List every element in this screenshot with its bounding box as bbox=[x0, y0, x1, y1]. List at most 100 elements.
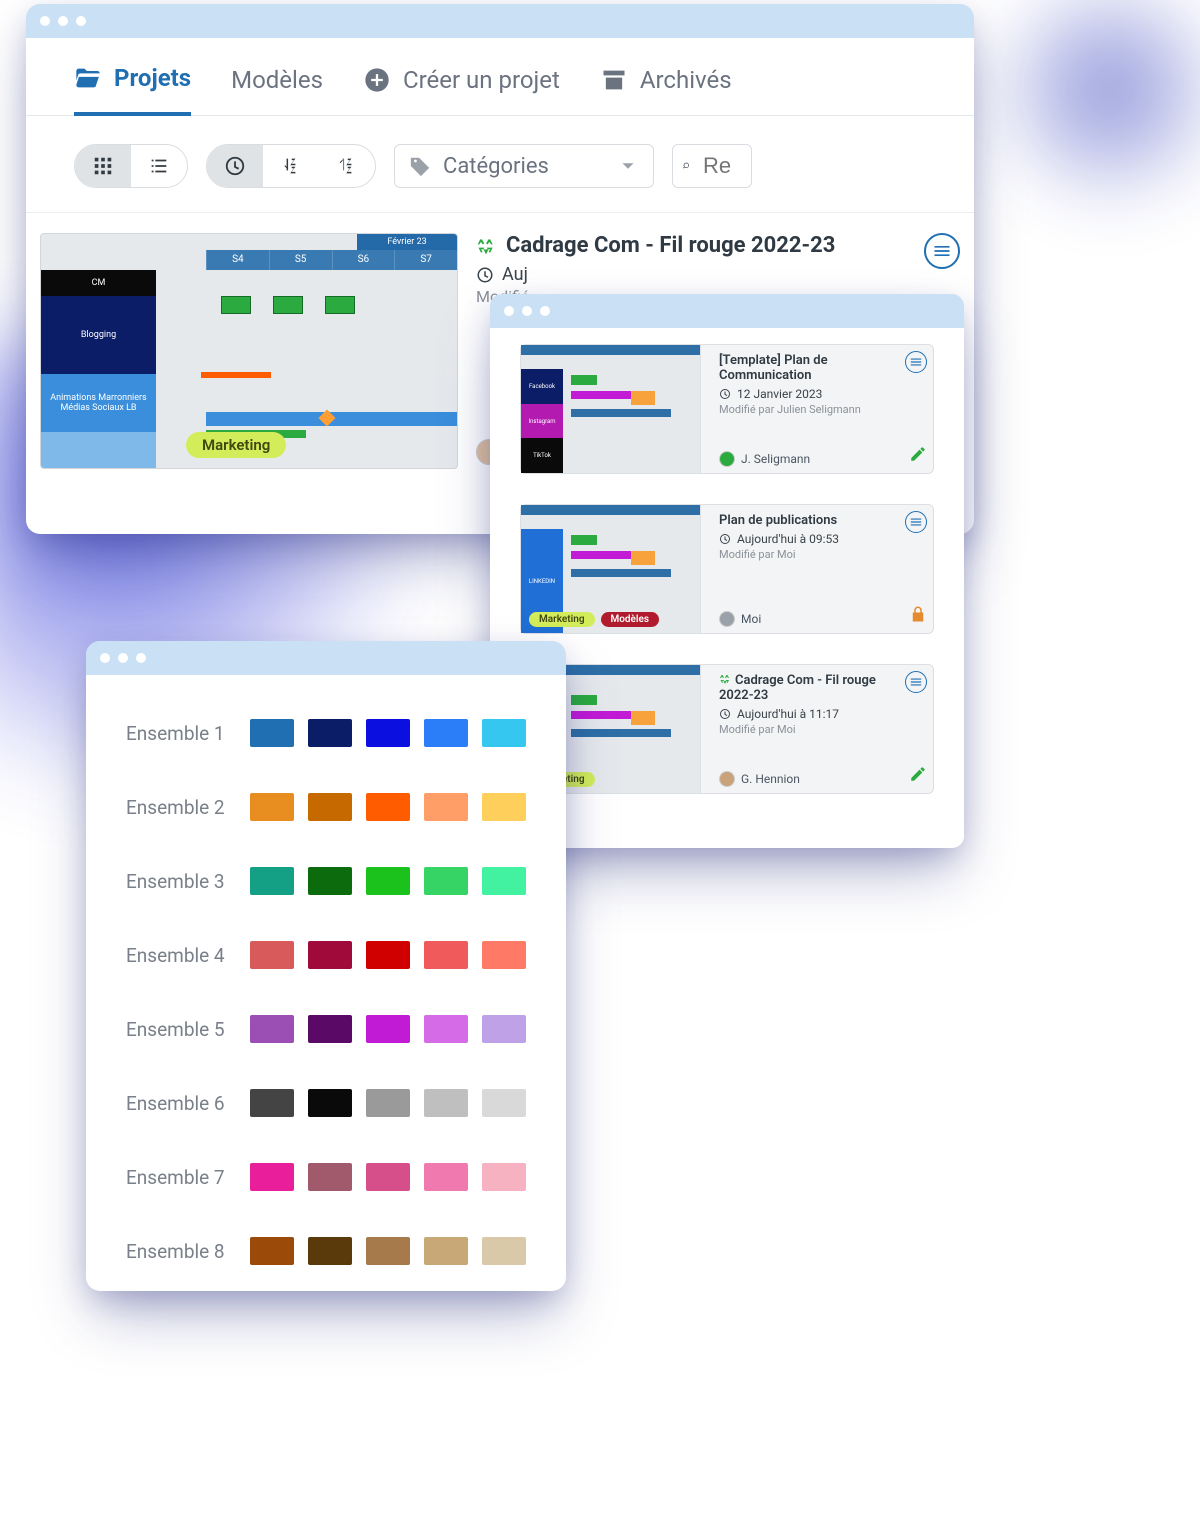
sort-za-button[interactable] bbox=[319, 145, 375, 187]
color-swatch[interactable] bbox=[250, 1237, 294, 1265]
tab-models[interactable]: Modèles bbox=[231, 66, 323, 114]
tab-create-project[interactable]: Créer un projet bbox=[363, 66, 560, 114]
edit-icon[interactable] bbox=[909, 765, 927, 787]
color-swatch[interactable] bbox=[308, 941, 352, 969]
card-menu-button[interactable] bbox=[905, 511, 927, 533]
color-swatch[interactable] bbox=[424, 719, 468, 747]
color-swatch[interactable] bbox=[424, 867, 468, 895]
color-swatch[interactable] bbox=[250, 1015, 294, 1043]
palette-label: Ensemble 5 bbox=[126, 1018, 226, 1041]
sort-recent-button[interactable] bbox=[207, 145, 263, 187]
clock-icon bbox=[224, 155, 246, 177]
color-swatch[interactable] bbox=[308, 1237, 352, 1265]
archive-icon bbox=[600, 66, 628, 94]
tab-label: Créer un projet bbox=[403, 66, 560, 94]
color-swatch[interactable] bbox=[424, 1089, 468, 1117]
card-time: 12 Janvier 2023 bbox=[719, 387, 923, 401]
palette-row: Ensemble 4 bbox=[126, 941, 526, 969]
plus-circle-icon bbox=[363, 66, 391, 94]
palette-label: Ensemble 4 bbox=[126, 944, 226, 967]
folder-open-icon bbox=[74, 64, 102, 92]
sort-az-button[interactable] bbox=[263, 145, 319, 187]
color-swatch[interactable] bbox=[308, 719, 352, 747]
list-view-button[interactable] bbox=[131, 145, 187, 187]
color-swatch[interactable] bbox=[308, 793, 352, 821]
window-dot bbox=[40, 16, 50, 26]
card-time: Aujourd'hui à 09:53 bbox=[719, 532, 923, 546]
color-swatch[interactable] bbox=[424, 1015, 468, 1043]
menu-icon bbox=[932, 241, 952, 261]
color-swatch[interactable] bbox=[250, 941, 294, 969]
color-swatch[interactable] bbox=[308, 1163, 352, 1191]
color-swatch[interactable] bbox=[424, 941, 468, 969]
grid-icon bbox=[92, 155, 114, 177]
color-swatch[interactable] bbox=[308, 1089, 352, 1117]
tab-label: Modèles bbox=[231, 66, 323, 94]
avatar bbox=[719, 451, 735, 467]
color-swatch[interactable] bbox=[250, 1089, 294, 1117]
color-swatch[interactable] bbox=[250, 719, 294, 747]
main-tabs: Projets Modèles Créer un projet Archivés bbox=[26, 38, 974, 116]
avatar bbox=[719, 771, 735, 787]
sort-toggle bbox=[206, 144, 376, 188]
tab-archived[interactable]: Archivés bbox=[600, 66, 732, 114]
avatar bbox=[719, 611, 735, 627]
color-swatch[interactable] bbox=[250, 1163, 294, 1191]
search-input[interactable] bbox=[701, 152, 741, 180]
categories-label: Catégories bbox=[443, 154, 605, 179]
card-owner: J. Seligmann bbox=[719, 451, 810, 467]
color-swatch[interactable] bbox=[366, 1163, 410, 1191]
color-swatch[interactable] bbox=[366, 1015, 410, 1043]
color-swatch[interactable] bbox=[366, 1089, 410, 1117]
color-swatch[interactable] bbox=[482, 1089, 526, 1117]
card-menu-button[interactable] bbox=[905, 351, 927, 373]
color-swatch[interactable] bbox=[308, 867, 352, 895]
search-field[interactable] bbox=[672, 144, 752, 188]
view-toggle bbox=[74, 144, 188, 188]
color-swatch[interactable] bbox=[482, 941, 526, 969]
card-thumbnail: FacebookInstagramTikTok bbox=[521, 345, 701, 473]
tab-projects[interactable]: Projets bbox=[74, 64, 191, 116]
palette-label: Ensemble 2 bbox=[126, 796, 226, 819]
color-swatch[interactable] bbox=[250, 793, 294, 821]
color-swatch[interactable] bbox=[482, 867, 526, 895]
color-swatch[interactable] bbox=[424, 793, 468, 821]
color-swatch[interactable] bbox=[366, 719, 410, 747]
color-swatch[interactable] bbox=[482, 1163, 526, 1191]
color-swatch[interactable] bbox=[482, 719, 526, 747]
color-swatch[interactable] bbox=[482, 793, 526, 821]
sort-za-icon bbox=[336, 155, 358, 177]
color-swatch[interactable] bbox=[250, 867, 294, 895]
color-swatch[interactable] bbox=[366, 1237, 410, 1265]
thumb-month: Février 23 bbox=[357, 234, 457, 250]
color-swatch[interactable] bbox=[366, 867, 410, 895]
thumb-weeks: S4 S5 S6 S7 bbox=[206, 250, 457, 270]
toolbar: Catégories bbox=[26, 116, 974, 213]
card-menu-button[interactable] bbox=[905, 671, 927, 693]
categories-select[interactable]: Catégories bbox=[394, 144, 654, 188]
window-titlebar bbox=[490, 294, 964, 328]
palette-row: Ensemble 2 bbox=[126, 793, 526, 821]
grid-view-button[interactable] bbox=[75, 145, 131, 187]
project-thumbnail: Février 23 S4 S5 S6 S7 CMBloggingAnimati… bbox=[40, 233, 458, 469]
card-badge: Marketing bbox=[529, 612, 595, 627]
project-card[interactable]: LINKEDINMarketingModèlesPlan de publicat… bbox=[520, 504, 934, 634]
window-dot bbox=[58, 16, 68, 26]
color-swatch[interactable] bbox=[424, 1163, 468, 1191]
color-swatch[interactable] bbox=[482, 1015, 526, 1043]
palette-row: Ensemble 3 bbox=[126, 867, 526, 895]
project-card[interactable]: FacebookInstagramTikTok[Template] Plan d… bbox=[520, 344, 934, 474]
card-owner: Moi bbox=[719, 611, 761, 627]
card-title: Cadrage Com - Fil rouge 2022-23 bbox=[719, 673, 923, 703]
tab-label: Projets bbox=[114, 64, 191, 92]
color-swatch[interactable] bbox=[366, 941, 410, 969]
project-card[interactable]: MarketingCadrage Com - Fil rouge 2022-23… bbox=[520, 664, 934, 794]
color-swatch[interactable] bbox=[482, 1237, 526, 1265]
color-swatch[interactable] bbox=[308, 1015, 352, 1043]
project-menu-button[interactable] bbox=[924, 233, 960, 269]
color-swatch[interactable] bbox=[424, 1237, 468, 1265]
color-swatch[interactable] bbox=[366, 793, 410, 821]
lock-icon bbox=[909, 605, 927, 627]
card-modified: Modifié par Moi bbox=[719, 548, 923, 561]
edit-icon[interactable] bbox=[909, 445, 927, 467]
